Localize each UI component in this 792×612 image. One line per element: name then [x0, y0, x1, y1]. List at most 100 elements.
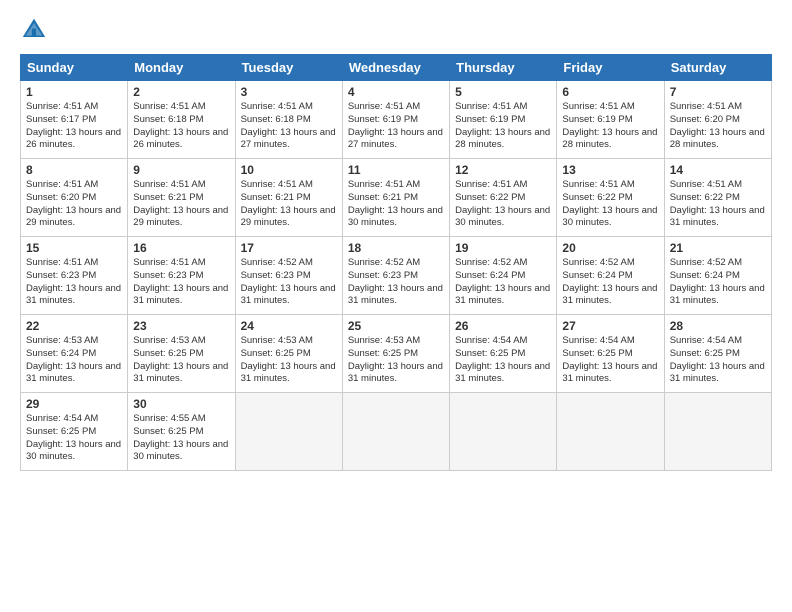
- cell-info: Sunrise: 4:52 AM Sunset: 6:24 PM Dayligh…: [562, 257, 658, 308]
- day-number: 22: [26, 319, 122, 333]
- calendar-week-row: 29Sunrise: 4:54 AM Sunset: 6:25 PM Dayli…: [21, 393, 772, 471]
- calendar-cell: 9 Sunrise: 4:51 AM Sunset: 6:21 PM Daylig…: [128, 159, 235, 237]
- calendar-table: SundayMondayTuesdayWednesdayThursdayFrid…: [20, 54, 772, 471]
- cell-info: Sunrise: 4:51 AM Sunset: 6:20 PM Dayligh…: [670, 101, 766, 152]
- cell-info: Sunrise: 4:51 AM Sunset: 6:17 PM Dayligh…: [26, 101, 122, 152]
- calendar-cell: 1 Sunrise: 4:51 AM Sunset: 6:17 PM Daylig…: [21, 81, 128, 159]
- calendar-cell: 5 Sunrise: 4:51 AM Sunset: 6:19 PM Daylig…: [450, 81, 557, 159]
- cell-info: Sunrise: 4:52 AM Sunset: 6:24 PM Dayligh…: [670, 257, 766, 308]
- cell-info: Sunrise: 4:51 AM Sunset: 6:23 PM Dayligh…: [26, 257, 122, 308]
- cell-info: Sunrise: 4:51 AM Sunset: 6:18 PM Dayligh…: [241, 101, 337, 152]
- logo-icon: [20, 16, 48, 44]
- calendar-header-sunday: Sunday: [21, 55, 128, 81]
- calendar-cell: 13 Sunrise: 4:51 AM Sunset: 6:22 PM Dayli…: [557, 159, 664, 237]
- day-number: 27: [562, 319, 658, 333]
- calendar-cell: 22 Sunrise: 4:53 AM Sunset: 6:24 PM Dayli…: [21, 315, 128, 393]
- day-number: 1: [26, 85, 122, 99]
- day-number: 19: [455, 241, 551, 255]
- calendar-cell: 14 Sunrise: 4:51 AM Sunset: 6:22 PM Dayli…: [664, 159, 771, 237]
- calendar-cell: 2Sunrise: 4:51 AM Sunset: 6:18 PM Daylig…: [128, 81, 235, 159]
- calendar-cell: 20 Sunrise: 4:52 AM Sunset: 6:24 PM Dayli…: [557, 237, 664, 315]
- day-number: 16: [133, 241, 229, 255]
- day-number: 29: [26, 397, 122, 411]
- day-number: 12: [455, 163, 551, 177]
- calendar-cell: 16 Sunrise: 4:51 AM Sunset: 6:23 PM Dayli…: [128, 237, 235, 315]
- cell-info: Sunrise: 4:51 AM Sunset: 6:22 PM Dayligh…: [670, 179, 766, 230]
- calendar-header-friday: Friday: [557, 55, 664, 81]
- cell-info: Sunrise: 4:51 AM Sunset: 6:22 PM Dayligh…: [455, 179, 551, 230]
- cell-info: Sunrise: 4:51 AM Sunset: 6:21 PM Dayligh…: [133, 179, 229, 230]
- cell-info: Sunrise: 4:54 AM Sunset: 6:25 PM Dayligh…: [562, 335, 658, 386]
- day-number: 13: [562, 163, 658, 177]
- day-number: 11: [348, 163, 444, 177]
- calendar-week-row: 15 Sunrise: 4:51 AM Sunset: 6:23 PM Dayli…: [21, 237, 772, 315]
- calendar-header-thursday: Thursday: [450, 55, 557, 81]
- calendar-cell: 11 Sunrise: 4:51 AM Sunset: 6:21 PM Dayli…: [342, 159, 449, 237]
- cell-info: Sunrise: 4:53 AM Sunset: 6:24 PM Dayligh…: [26, 335, 122, 386]
- calendar-cell: 29Sunrise: 4:54 AM Sunset: 6:25 PM Dayli…: [21, 393, 128, 471]
- cell-info: Sunrise: 4:53 AM Sunset: 6:25 PM Dayligh…: [241, 335, 337, 386]
- cell-info: Sunrise: 4:52 AM Sunset: 6:24 PM Dayligh…: [455, 257, 551, 308]
- cell-info: Sunrise: 4:51 AM Sunset: 6:22 PM Dayligh…: [562, 179, 658, 230]
- calendar-cell: 10 Sunrise: 4:51 AM Sunset: 6:21 PM Dayli…: [235, 159, 342, 237]
- calendar-cell: 30 Sunrise: 4:55 AM Sunset: 6:25 PM Dayli…: [128, 393, 235, 471]
- cell-info: Sunrise: 4:51 AM Sunset: 6:19 PM Dayligh…: [455, 101, 551, 152]
- cell-info: Sunrise: 4:53 AM Sunset: 6:25 PM Dayligh…: [133, 335, 229, 386]
- calendar-header-tuesday: Tuesday: [235, 55, 342, 81]
- calendar-week-row: 8Sunrise: 4:51 AM Sunset: 6:20 PM Daylig…: [21, 159, 772, 237]
- cell-info: Sunrise: 4:51 AM Sunset: 6:19 PM Dayligh…: [562, 101, 658, 152]
- calendar-cell: 6Sunrise: 4:51 AM Sunset: 6:19 PM Daylig…: [557, 81, 664, 159]
- calendar-cell: 26 Sunrise: 4:54 AM Sunset: 6:25 PM Dayli…: [450, 315, 557, 393]
- day-number: 28: [670, 319, 766, 333]
- cell-info: Sunrise: 4:51 AM Sunset: 6:23 PM Dayligh…: [133, 257, 229, 308]
- calendar-cell: 19 Sunrise: 4:52 AM Sunset: 6:24 PM Dayli…: [450, 237, 557, 315]
- cell-info: Sunrise: 4:52 AM Sunset: 6:23 PM Dayligh…: [348, 257, 444, 308]
- calendar-cell: 21 Sunrise: 4:52 AM Sunset: 6:24 PM Dayli…: [664, 237, 771, 315]
- calendar-cell: [664, 393, 771, 471]
- day-number: 7: [670, 85, 766, 99]
- cell-info: Sunrise: 4:55 AM Sunset: 6:25 PM Dayligh…: [133, 413, 229, 464]
- calendar-cell: 24 Sunrise: 4:53 AM Sunset: 6:25 PM Dayli…: [235, 315, 342, 393]
- day-number: 18: [348, 241, 444, 255]
- calendar-cell: 12 Sunrise: 4:51 AM Sunset: 6:22 PM Dayli…: [450, 159, 557, 237]
- cell-info: Sunrise: 4:54 AM Sunset: 6:25 PM Dayligh…: [455, 335, 551, 386]
- calendar-cell: 15 Sunrise: 4:51 AM Sunset: 6:23 PM Dayli…: [21, 237, 128, 315]
- calendar-header-saturday: Saturday: [664, 55, 771, 81]
- day-number: 2: [133, 85, 229, 99]
- calendar-cell: [450, 393, 557, 471]
- cell-info: Sunrise: 4:54 AM Sunset: 6:25 PM Dayligh…: [670, 335, 766, 386]
- calendar-cell: 4 Sunrise: 4:51 AM Sunset: 6:19 PM Daylig…: [342, 81, 449, 159]
- calendar-cell: 23 Sunrise: 4:53 AM Sunset: 6:25 PM Dayli…: [128, 315, 235, 393]
- day-number: 30: [133, 397, 229, 411]
- cell-info: Sunrise: 4:52 AM Sunset: 6:23 PM Dayligh…: [241, 257, 337, 308]
- day-number: 25: [348, 319, 444, 333]
- day-number: 9: [133, 163, 229, 177]
- calendar-cell: [235, 393, 342, 471]
- day-number: 21: [670, 241, 766, 255]
- cell-info: Sunrise: 4:53 AM Sunset: 6:25 PM Dayligh…: [348, 335, 444, 386]
- cell-info: Sunrise: 4:51 AM Sunset: 6:20 PM Dayligh…: [26, 179, 122, 230]
- calendar-cell: 27 Sunrise: 4:54 AM Sunset: 6:25 PM Dayli…: [557, 315, 664, 393]
- calendar-cell: 17 Sunrise: 4:52 AM Sunset: 6:23 PM Dayli…: [235, 237, 342, 315]
- day-number: 20: [562, 241, 658, 255]
- day-number: 26: [455, 319, 551, 333]
- calendar-cell: 8Sunrise: 4:51 AM Sunset: 6:20 PM Daylig…: [21, 159, 128, 237]
- day-number: 24: [241, 319, 337, 333]
- day-number: 4: [348, 85, 444, 99]
- calendar-cell: [557, 393, 664, 471]
- day-number: 23: [133, 319, 229, 333]
- day-number: 17: [241, 241, 337, 255]
- cell-info: Sunrise: 4:51 AM Sunset: 6:19 PM Dayligh…: [348, 101, 444, 152]
- cell-info: Sunrise: 4:51 AM Sunset: 6:21 PM Dayligh…: [348, 179, 444, 230]
- day-number: 10: [241, 163, 337, 177]
- day-number: 14: [670, 163, 766, 177]
- day-number: 5: [455, 85, 551, 99]
- calendar-cell: 7 Sunrise: 4:51 AM Sunset: 6:20 PM Daylig…: [664, 81, 771, 159]
- calendar-cell: [342, 393, 449, 471]
- calendar-header-monday: Monday: [128, 55, 235, 81]
- cell-info: Sunrise: 4:51 AM Sunset: 6:21 PM Dayligh…: [241, 179, 337, 230]
- day-number: 15: [26, 241, 122, 255]
- calendar-cell: 18 Sunrise: 4:52 AM Sunset: 6:23 PM Dayli…: [342, 237, 449, 315]
- calendar-cell: 25 Sunrise: 4:53 AM Sunset: 6:25 PM Dayli…: [342, 315, 449, 393]
- calendar-week-row: 1 Sunrise: 4:51 AM Sunset: 6:17 PM Daylig…: [21, 81, 772, 159]
